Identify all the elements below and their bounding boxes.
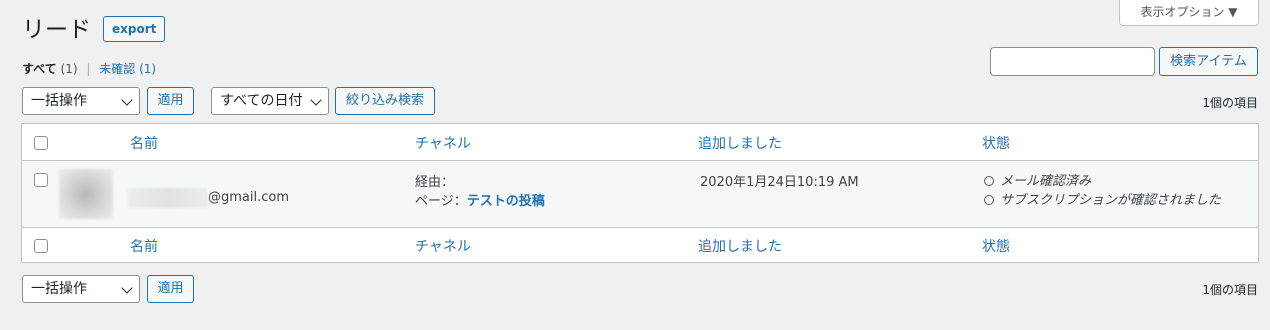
- view-all-link[interactable]: すべて (1): [22, 62, 78, 76]
- column-footer-status[interactable]: 状態: [982, 236, 1010, 256]
- item-count-top: 1個の項目: [1202, 96, 1258, 110]
- chevron-down-icon: [121, 282, 133, 294]
- circle-icon: [984, 176, 994, 186]
- item-count-bottom: 1個の項目: [1202, 283, 1258, 297]
- views-separator: |: [86, 62, 91, 76]
- export-button[interactable]: export: [103, 16, 166, 42]
- row-checkbox[interactable]: [34, 173, 48, 187]
- page-title: リード: [22, 17, 91, 43]
- added-date: 2020年1月24日10:19 AM: [700, 175, 859, 190]
- views-filter: すべて (1) | 未確認 (1): [22, 60, 156, 77]
- column-footer-name[interactable]: 名前: [130, 236, 158, 256]
- status-subscription-confirmed: サブスクリプションが確認されました: [984, 189, 1221, 208]
- column-header-name[interactable]: 名前: [130, 133, 158, 153]
- chevron-down-icon: [310, 94, 322, 106]
- column-footer-added[interactable]: 追加しました: [698, 236, 782, 256]
- screen-options-button[interactable]: 表示オプション ▼: [1119, 0, 1259, 26]
- circle-icon: [984, 195, 994, 205]
- table-header: 名前 チャネル 追加しました 状態: [22, 124, 1258, 161]
- search-button[interactable]: 検索アイテム: [1159, 47, 1258, 76]
- bulk-action-select-bottom[interactable]: 一括操作: [22, 275, 140, 303]
- channel-via: 経由：: [415, 175, 455, 190]
- bulk-action-select-top[interactable]: 一括操作: [22, 87, 140, 115]
- status-email-confirmed: メール確認済み: [984, 170, 1091, 189]
- table-footer: 名前 チャネル 追加しました 状態: [22, 228, 1258, 262]
- column-header-status[interactable]: 状態: [982, 133, 1010, 153]
- apply-button-top[interactable]: 適用: [147, 87, 194, 115]
- column-header-added[interactable]: 追加しました: [698, 133, 782, 153]
- channel-page-link[interactable]: テストの投稿: [467, 194, 545, 209]
- chevron-down-icon: [121, 94, 133, 106]
- filter-button[interactable]: 絞り込み検索: [335, 87, 435, 115]
- lead-email[interactable]: @gmail.com: [208, 190, 289, 205]
- table-row: @gmail.com 経由： ページ：テストの投稿 2020年1月24日10:1…: [22, 161, 1258, 228]
- select-all-checkbox-footer[interactable]: [34, 239, 48, 253]
- view-unconfirmed-link[interactable]: 未確認 (1): [99, 62, 156, 76]
- apply-button-bottom[interactable]: 適用: [147, 275, 194, 303]
- date-filter-select[interactable]: すべての日付: [211, 87, 329, 115]
- column-footer-channel[interactable]: チャネル: [415, 236, 471, 256]
- select-all-checkbox[interactable]: [34, 136, 48, 150]
- column-header-channel[interactable]: チャネル: [415, 133, 471, 153]
- email-redaction: [128, 188, 208, 208]
- channel-page: ページ：テストの投稿: [415, 194, 545, 209]
- leads-table: 名前 チャネル 追加しました 状態 @gmail.com 経由： ページ：テスト…: [21, 123, 1259, 263]
- search-input[interactable]: [990, 47, 1155, 76]
- avatar: [59, 169, 113, 219]
